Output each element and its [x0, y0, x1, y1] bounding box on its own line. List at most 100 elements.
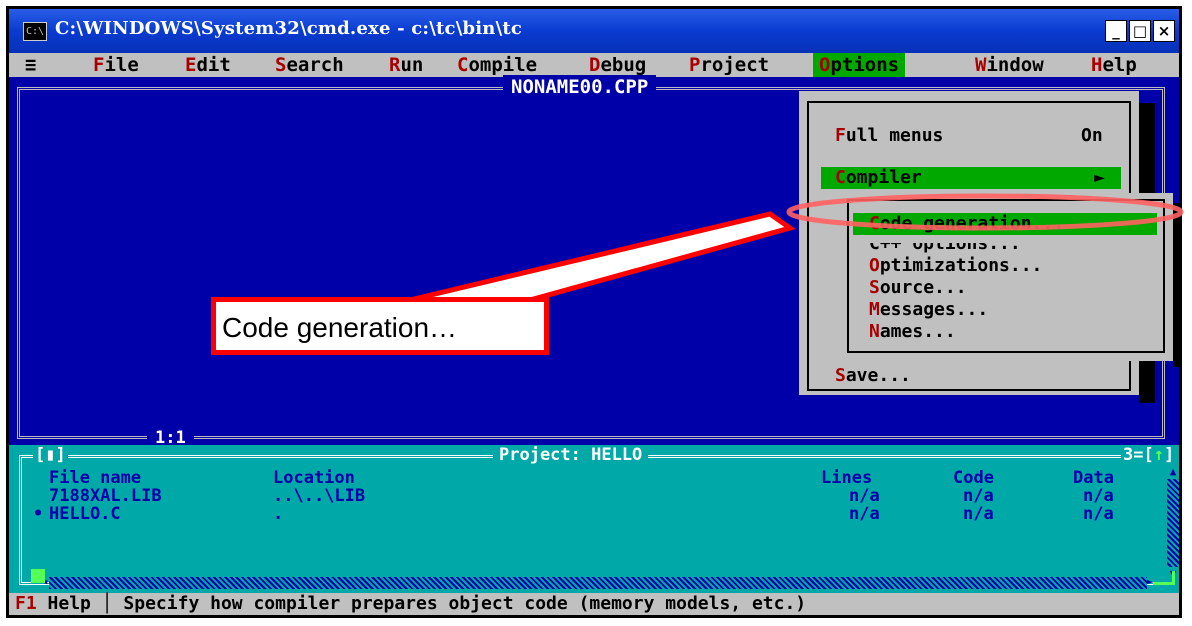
vertical-scrollbar[interactable] — [1167, 465, 1179, 581]
col-data: Data — [1073, 468, 1114, 488]
menu-project[interactable]: Project — [689, 53, 769, 77]
menu-options-hotkey: O — [819, 54, 831, 76]
menu-help-label: elp — [1102, 54, 1137, 76]
menu-debug-hotkey: D — [589, 54, 601, 76]
menu-file-label: ile — [104, 54, 139, 76]
menu-file[interactable]: File — [93, 53, 139, 77]
project-close-box[interactable]: [▮] — [33, 445, 68, 465]
system-menu-icon: ≡ — [25, 54, 37, 76]
status-bar: F1 Help │ Specify how compiler prepares … — [9, 593, 1179, 615]
row-location: ..\..\LIB — [273, 486, 366, 506]
menu-options[interactable]: Options — [813, 53, 906, 77]
row-file: 7188XAL.LIB — [49, 486, 162, 506]
source-hotkey: S — [869, 277, 880, 298]
compiler-submenu-shadow — [1173, 203, 1179, 367]
col-location: Location — [273, 468, 355, 488]
row-data: n/a — [1083, 486, 1114, 506]
menu-run[interactable]: Run — [389, 53, 423, 77]
minimize-button[interactable]: _ — [1105, 20, 1127, 42]
row-code: n/a — [963, 504, 994, 524]
row-lines: n/a — [849, 486, 880, 506]
callout-text: Code generation… — [222, 312, 458, 343]
callout-box: Code generation… — [211, 297, 549, 355]
menu-item-compiler[interactable]: Compiler ► — [821, 167, 1121, 189]
menu-project-label: roject — [700, 54, 770, 76]
system-menu[interactable]: ≡ — [25, 53, 36, 77]
editor-filename: NONAME00.CPP — [503, 75, 657, 99]
resize-corner[interactable] — [1153, 571, 1175, 585]
full-menus-value: On — [1081, 125, 1103, 146]
menu-run-hotkey: R — [389, 54, 401, 76]
zoom-arrow-icon[interactable]: ↑ — [1154, 445, 1164, 465]
menu-debug-label: ebug — [600, 54, 647, 76]
scroll-up-arrow-icon[interactable]: ▲ — [1167, 465, 1179, 479]
full-menus-hotkey: F — [835, 125, 846, 146]
menu-edit[interactable]: Edit — [185, 53, 231, 77]
col-lines: Lines — [821, 468, 873, 488]
menu-search[interactable]: Search — [275, 53, 344, 77]
status-message: Specify how compiler prepares object cod… — [123, 593, 807, 614]
row-file: HELLO.C — [49, 504, 121, 524]
save-label: ave... — [845, 365, 911, 386]
menu-compile[interactable]: Compile — [457, 53, 537, 77]
full-menus-label: ull menus — [845, 125, 944, 146]
submenu-messages[interactable]: Messages... — [869, 299, 988, 321]
submenu-names[interactable]: Names... — [869, 321, 956, 343]
compiler-hotkey: C — [835, 167, 846, 188]
row-location: . — [273, 504, 284, 524]
resize-marker — [31, 569, 45, 583]
menu-help-hotkey: H — [1091, 54, 1103, 76]
compiler-submenu: Code generation... C++ options... Optimi… — [839, 193, 1173, 361]
horizontal-scrollbar[interactable] — [49, 577, 1147, 589]
menu-search-hotkey: S — [275, 54, 287, 76]
window-title: C:\WINDOWS\System32\cmd.exe - c:\tc\bin\… — [55, 18, 523, 39]
menu-edit-label: dit — [196, 54, 231, 76]
submenu-source[interactable]: Source... — [869, 277, 967, 299]
title-bar[interactable]: C:\ C:\WINDOWS\System32\cmd.exe - c:\tc\… — [9, 9, 1179, 53]
project-window[interactable]: [▮] Project: HELLO 3=[↑] File name Locat… — [9, 445, 1179, 593]
menu-edit-hotkey: E — [185, 54, 197, 76]
compiler-label: ompiler — [845, 167, 922, 188]
menu-compile-hotkey: C — [457, 54, 469, 76]
submenu-arrow-icon: ► — [1094, 167, 1105, 188]
status-f1-key[interactable]: F1 — [15, 593, 37, 614]
menu-file-hotkey: F — [93, 54, 105, 76]
row-code: n/a — [963, 486, 994, 506]
col-file-name: File name — [49, 468, 142, 488]
menu-compile-label: ompile — [468, 54, 538, 76]
project-window-index: 3=[ — [1123, 445, 1154, 465]
project-title: Project: HELLO — [493, 445, 649, 465]
optimizations-label: ptimizations... — [879, 255, 1043, 276]
names-hotkey: N — [869, 321, 880, 342]
menu-search-label: earch — [286, 54, 344, 76]
source-label: ource... — [879, 277, 967, 298]
status-help-label[interactable]: Help — [48, 593, 91, 614]
maximize-button[interactable]: □ — [1129, 20, 1151, 42]
menu-help[interactable]: Help — [1091, 53, 1137, 77]
names-label: ames... — [879, 321, 956, 342]
close-button[interactable]: × — [1153, 20, 1175, 42]
menu-window[interactable]: Window — [975, 53, 1044, 77]
menu-debug[interactable]: Debug — [589, 53, 646, 77]
submenu-optimizations[interactable]: Optimizations... — [869, 255, 1042, 277]
save-hotkey: S — [835, 365, 846, 386]
menu-project-hotkey: P — [689, 54, 701, 76]
cmd-icon[interactable]: C:\ — [23, 22, 47, 41]
status-separator: │ — [101, 593, 124, 614]
messages-hotkey: M — [869, 299, 880, 320]
optimizations-hotkey: O — [869, 255, 880, 276]
menu-options-label: ptions — [830, 54, 900, 76]
terminal-window: C:\ C:\WINDOWS\System32\cmd.exe - c:\tc\… — [6, 6, 1182, 618]
project-window-number[interactable]: 3=[↑] — [1121, 445, 1177, 465]
menu-run-label: un — [400, 54, 424, 76]
code-generation-hotkey: C — [869, 213, 880, 234]
row-lines: n/a — [849, 504, 880, 524]
project-window-close-bracket: ] — [1163, 445, 1175, 465]
menu-bar: ≡ File Edit Search Run Compile Debug Pro… — [9, 53, 1179, 77]
menu-window-hotkey: W — [975, 54, 987, 76]
submenu-code-generation[interactable]: Code generation... — [853, 213, 1157, 235]
menu-item-full-menus[interactable]: Full menus — [835, 125, 943, 147]
row-data: n/a — [1083, 504, 1114, 524]
menu-item-save[interactable]: Save... — [835, 365, 911, 387]
messages-label: essages... — [879, 299, 989, 320]
